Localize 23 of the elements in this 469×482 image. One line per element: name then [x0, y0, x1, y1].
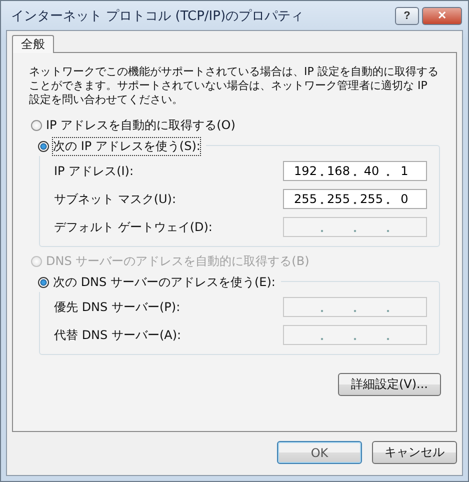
- ip-address-field[interactable]: 255 255 255 0: [283, 189, 427, 209]
- field-label: 代替 DNS サーバー(A):: [54, 326, 182, 344]
- ip-address-field[interactable]: [283, 217, 427, 237]
- description-text: ネットワークでこの機能がサポートされている場合は、IP 設定を自動的に取得することができます。サポートされていない場合は、ネットワーク管理者に適切な IP 設定を問い合わせてください。: [29, 65, 440, 107]
- radio-label: DNS サーバーのアドレスを自動的に取得する(B): [46, 252, 310, 270]
- radio-option[interactable]: IP アドレスを自動的に取得する(O): [31, 115, 440, 135]
- field-label: IP アドレス(I):: [54, 162, 134, 180]
- field-label: デフォルト ゲートウェイ(D):: [54, 218, 212, 236]
- cancel-button[interactable]: キャンセル: [372, 441, 457, 464]
- field-label: サブネット マスク(U):: [54, 190, 176, 208]
- radio-label: 次の IP アドレスを使う(S):: [53, 138, 200, 154]
- radio-option[interactable]: 次の IP アドレスを使う(S):: [38, 136, 206, 156]
- ip-address-field[interactable]: [283, 297, 427, 317]
- ok-button[interactable]: OK: [277, 441, 362, 464]
- radio-label: 次の DNS サーバーのアドレスを使う(E):: [53, 274, 276, 290]
- tab[interactable]: 全般: [12, 35, 54, 53]
- radio-label: IP アドレスを自動的に取得する(O): [46, 116, 236, 134]
- window-title: インターネット プロトコル (TCP/IP)のプロパティ: [11, 8, 304, 24]
- ip-address-field[interactable]: [283, 325, 427, 345]
- ip-address-field[interactable]: 192 168 40 1: [283, 161, 427, 181]
- advanced-button[interactable]: 詳細設定(V)...: [338, 373, 441, 396]
- field-label: 優先 DNS サーバー(P):: [54, 298, 180, 316]
- help-button[interactable]: ?: [395, 6, 419, 24]
